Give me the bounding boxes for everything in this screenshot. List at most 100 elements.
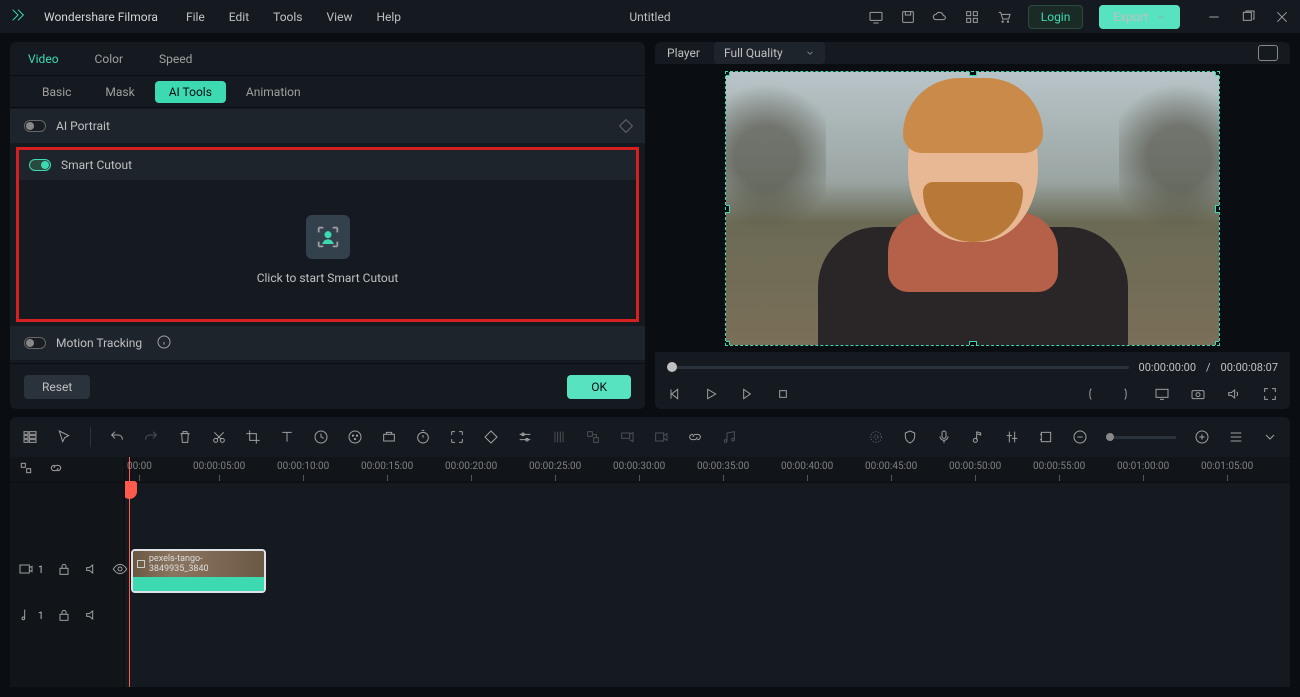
motion-tracking-toggle[interactable] bbox=[24, 337, 46, 349]
scrub-bar[interactable] bbox=[667, 366, 1129, 369]
timeline: 1 1 00:00 00:00:05:00 00:00:10:00 00:00:… bbox=[10, 457, 1290, 687]
ai-frame-icon[interactable] bbox=[449, 429, 465, 445]
smart-cutout-caption: Click to start Smart Cutout bbox=[257, 271, 399, 285]
render-icon[interactable] bbox=[653, 429, 669, 445]
close-button[interactable] bbox=[1274, 9, 1290, 25]
subtab-ai-tools[interactable]: AI Tools bbox=[155, 81, 226, 103]
ai-portrait-row[interactable]: AI Portrait bbox=[10, 109, 645, 143]
adjust-icon[interactable] bbox=[517, 429, 533, 445]
maximize-button[interactable] bbox=[1240, 9, 1256, 25]
properties-panel: Video Color Speed Basic Mask AI Tools An… bbox=[10, 42, 645, 409]
keyframe-icon[interactable] bbox=[619, 119, 633, 133]
info-icon[interactable] bbox=[156, 334, 172, 353]
player-viewport[interactable] bbox=[655, 65, 1290, 352]
audio-track-row[interactable] bbox=[125, 593, 1290, 639]
zoom-in-icon[interactable] bbox=[1194, 429, 1210, 445]
audio-note-icon[interactable] bbox=[970, 429, 986, 445]
reset-button[interactable]: Reset bbox=[24, 375, 90, 399]
timeline-tracks[interactable]: 00:00 00:00:05:00 00:00:10:00 00:00:15:0… bbox=[125, 457, 1290, 687]
prev-frame-button[interactable] bbox=[667, 386, 683, 405]
tab-video[interactable]: Video bbox=[10, 42, 77, 75]
export-label: Export bbox=[1113, 10, 1148, 24]
smart-cutout-row[interactable]: Smart Cutout bbox=[19, 150, 636, 180]
fullscreen-icon[interactable] bbox=[1262, 386, 1278, 405]
redo-icon[interactable] bbox=[143, 429, 159, 445]
menu-file[interactable]: File bbox=[186, 10, 205, 24]
music-icon[interactable] bbox=[721, 429, 737, 445]
link-toggle-icon[interactable] bbox=[48, 460, 64, 479]
link-icon[interactable] bbox=[687, 429, 703, 445]
voice-icon[interactable] bbox=[619, 429, 635, 445]
marker-shield-icon[interactable] bbox=[902, 429, 918, 445]
lock-all-icon[interactable] bbox=[18, 460, 34, 479]
snapshot-button[interactable] bbox=[1258, 45, 1278, 61]
forward-button[interactable] bbox=[739, 386, 755, 405]
ok-button[interactable]: OK bbox=[567, 375, 631, 399]
smart-cutout-toggle[interactable] bbox=[29, 159, 51, 171]
bracket-right-icon[interactable] bbox=[1118, 386, 1134, 405]
speed-icon[interactable] bbox=[313, 429, 329, 445]
video-clip[interactable]: pexels-tango-3849935_3840 bbox=[131, 549, 266, 593]
menu-view[interactable]: View bbox=[327, 10, 353, 24]
pointer-icon[interactable] bbox=[56, 429, 72, 445]
login-button[interactable]: Login bbox=[1028, 5, 1084, 29]
tab-color[interactable]: Color bbox=[77, 42, 141, 75]
crop-icon[interactable] bbox=[245, 429, 261, 445]
align-icon[interactable] bbox=[551, 429, 567, 445]
lock-audio-icon[interactable] bbox=[56, 607, 72, 626]
save-icon[interactable] bbox=[900, 9, 916, 25]
group-icon[interactable] bbox=[585, 429, 601, 445]
subtab-animation[interactable]: Animation bbox=[232, 81, 315, 103]
more-icon[interactable] bbox=[1262, 429, 1278, 445]
subtab-basic[interactable]: Basic bbox=[28, 81, 85, 103]
stop-button[interactable] bbox=[775, 386, 791, 405]
mute-audio-icon[interactable] bbox=[84, 607, 100, 626]
smart-cutout-start-tile[interactable] bbox=[306, 215, 350, 259]
cut-icon[interactable] bbox=[211, 429, 227, 445]
timeline-ruler[interactable]: 00:00 00:00:05:00 00:00:10:00 00:00:15:0… bbox=[125, 457, 1290, 483]
mute-video-icon[interactable] bbox=[84, 561, 100, 580]
motion-tracking-row[interactable]: Motion Tracking bbox=[10, 326, 645, 360]
marker-add-icon[interactable] bbox=[1038, 429, 1054, 445]
menu-edit[interactable]: Edit bbox=[229, 10, 249, 24]
magnet-icon[interactable] bbox=[868, 429, 884, 445]
time-sep: / bbox=[1206, 361, 1211, 374]
effects-icon[interactable] bbox=[381, 429, 397, 445]
display-icon[interactable] bbox=[1154, 386, 1170, 405]
video-track-header: 1 bbox=[10, 547, 124, 593]
timer-icon[interactable] bbox=[415, 429, 431, 445]
tracks-icon[interactable] bbox=[22, 429, 38, 445]
list-view-icon[interactable] bbox=[1228, 429, 1244, 445]
minimize-button[interactable] bbox=[1206, 9, 1222, 25]
subtab-mask[interactable]: Mask bbox=[91, 81, 148, 103]
device-icon[interactable] bbox=[868, 9, 884, 25]
cart-icon[interactable] bbox=[996, 9, 1012, 25]
audio-track-num: 1 bbox=[38, 611, 44, 622]
menu-tools[interactable]: Tools bbox=[273, 10, 302, 24]
keyframe-tool-icon[interactable] bbox=[483, 429, 499, 445]
color-icon[interactable] bbox=[347, 429, 363, 445]
tab-speed[interactable]: Speed bbox=[141, 42, 210, 75]
cloud-icon[interactable] bbox=[932, 9, 948, 25]
volume-icon[interactable] bbox=[1226, 386, 1242, 405]
zoom-out-icon[interactable] bbox=[1072, 429, 1088, 445]
playback-quality-select[interactable]: Full Quality bbox=[714, 42, 825, 64]
play-button[interactable] bbox=[703, 386, 719, 405]
undo-icon[interactable] bbox=[109, 429, 125, 445]
menu-help[interactable]: Help bbox=[376, 10, 401, 24]
delete-icon[interactable] bbox=[177, 429, 193, 445]
mic-icon[interactable] bbox=[936, 429, 952, 445]
export-button[interactable]: Export bbox=[1099, 5, 1180, 29]
ai-portrait-toggle[interactable] bbox=[24, 120, 46, 132]
text-icon[interactable] bbox=[279, 429, 295, 445]
mixer-icon[interactable] bbox=[1004, 429, 1020, 445]
apps-icon[interactable] bbox=[964, 9, 980, 25]
lock-icon[interactable] bbox=[56, 561, 72, 580]
video-frame[interactable] bbox=[725, 71, 1220, 346]
title-bar: Wondershare Filmora File Edit Tools View… bbox=[0, 0, 1300, 34]
zoom-slider[interactable] bbox=[1106, 436, 1176, 439]
audio-track-icon bbox=[18, 607, 34, 626]
video-track-row[interactable]: pexels-tango-3849935_3840 bbox=[125, 547, 1290, 593]
bracket-left-icon[interactable] bbox=[1082, 386, 1098, 405]
camera-icon[interactable] bbox=[1190, 386, 1206, 405]
